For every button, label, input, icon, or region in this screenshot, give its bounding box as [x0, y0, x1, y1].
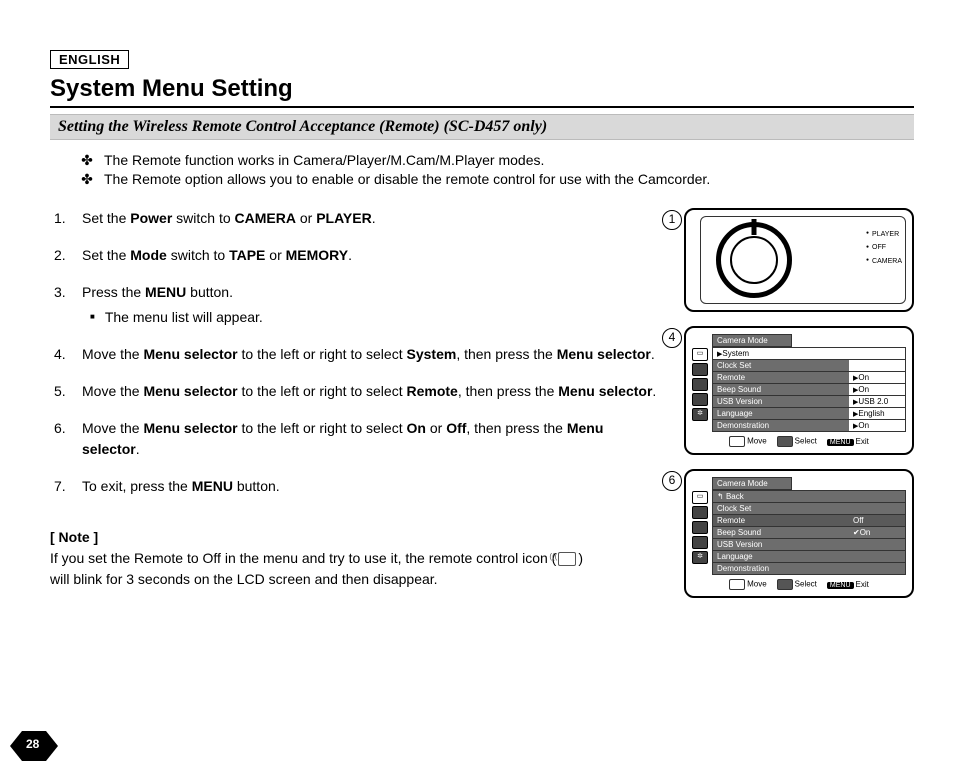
osd-value: ✔On	[849, 527, 905, 538]
move-icon	[729, 579, 745, 590]
osd-value: ▶On	[849, 372, 905, 383]
osd-menu-screenshot: ▭ ✲ Camera Mode ▶System Clock Set Remote…	[684, 326, 914, 455]
step-text: Press the MENU button.	[82, 282, 233, 303]
page-title: System Menu Setting	[50, 75, 914, 108]
osd-item: Language	[713, 551, 849, 562]
remote-icon	[558, 552, 576, 566]
note-label: [ Note ]	[50, 527, 664, 548]
language-tag: ENGLISH	[50, 50, 129, 69]
osd-item: Clock Set	[713, 360, 849, 371]
manual-page: ENGLISH System Menu Setting Setting the …	[0, 0, 954, 779]
osd-menu-screenshot: ▭ ✲ Camera Mode ↰ Back Clock Set RemoteO…	[684, 469, 914, 598]
step-text: Move the Menu selector to the left or ri…	[82, 381, 656, 402]
step-num: 3.	[54, 282, 72, 303]
osd-value: ▶USB 2.0	[849, 396, 905, 407]
switch-labels: PLAYER OFF CAMERA	[866, 228, 902, 268]
figure-4: 4 ▭ ✲ Camera Mode ▶System	[684, 326, 914, 455]
osd-footer: Move Select MENUExit	[692, 579, 906, 590]
osd-item: USB Version	[713, 396, 849, 407]
figure-number-badge: 1	[662, 210, 682, 230]
mode-icon	[692, 363, 708, 376]
move-icon	[729, 436, 745, 447]
figure-6: 6 ▭ ✲ Camera Mode ↰ Back C	[684, 469, 914, 598]
mode-icon	[692, 393, 708, 406]
menu-pill-icon: MENU	[827, 439, 854, 446]
step-text: Move the Menu selector to the left or ri…	[82, 418, 664, 460]
dial-icon	[716, 222, 792, 298]
osd-title: Camera Mode	[712, 334, 792, 347]
step-num: 2.	[54, 245, 72, 266]
section-subtitle: Setting the Wireless Remote Control Acce…	[50, 114, 914, 140]
intro-bullets: ✤ The Remote function works in Camera/Pla…	[80, 152, 914, 188]
osd-back: ↰ Back	[713, 491, 849, 502]
osd-item: Remote	[713, 515, 849, 526]
battery-icon: ▭	[692, 491, 708, 504]
step-num: 7.	[54, 476, 72, 497]
square-bullet-icon: ■	[90, 307, 95, 328]
osd-footer: Move Select MENUExit	[692, 436, 906, 447]
osd-item: Beep Sound	[713, 384, 849, 395]
step-num: 4.	[54, 344, 72, 365]
step-text: Set the Power switch to CAMERA or PLAYER…	[82, 208, 376, 229]
mode-icon	[692, 378, 708, 391]
bullet-icon: ✤	[80, 152, 94, 169]
intro-line: The Remote function works in Camera/Play…	[104, 152, 544, 169]
select-icon	[777, 436, 793, 447]
figure-number-badge: 6	[662, 471, 682, 491]
mode-icon	[692, 506, 708, 519]
note-text: If you set the Remote to Off in the menu…	[50, 548, 664, 569]
figure-number-badge: 4	[662, 328, 682, 348]
osd-side-icons: ▭ ✲	[692, 477, 712, 575]
step-num: 5.	[54, 381, 72, 402]
intro-line: The Remote option allows you to enable o…	[104, 171, 710, 188]
gear-icon: ✲	[692, 408, 708, 421]
page-number: 28	[26, 737, 39, 751]
osd-value: ▶English	[849, 408, 905, 419]
osd-item: Language	[713, 408, 849, 419]
bullet-icon: ✤	[80, 171, 94, 188]
step-num: 1.	[54, 208, 72, 229]
battery-icon: ▭	[692, 348, 708, 361]
osd-item: Beep Sound	[713, 527, 849, 538]
osd-item: Remote	[713, 372, 849, 383]
note-block: [ Note ] If you set the Remote to Off in…	[50, 527, 664, 590]
osd-item: Demonstration	[713, 420, 849, 431]
substep-text: The menu list will appear.	[105, 307, 263, 328]
step-text: To exit, press the MENU button.	[82, 476, 280, 497]
gear-icon: ✲	[692, 551, 708, 564]
step-num: 6.	[54, 418, 72, 460]
osd-title: Camera Mode	[712, 477, 792, 490]
note-text: will blink for 3 seconds on the LCD scre…	[50, 569, 664, 590]
osd-value: Off	[849, 515, 905, 526]
osd-item: ▶System	[713, 348, 849, 359]
figures-column: 1 PLAYER OFF CAMERA 4	[684, 208, 914, 612]
osd-value: ▶On	[849, 420, 905, 431]
power-switch-illustration: PLAYER OFF CAMERA	[684, 208, 914, 312]
osd-side-icons: ▭ ✲	[692, 334, 712, 432]
select-icon	[777, 579, 793, 590]
osd-value: ▶On	[849, 384, 905, 395]
steps-list: 1. Set the Power switch to CAMERA or PLA…	[50, 208, 664, 612]
mode-icon	[692, 521, 708, 534]
osd-item: Clock Set	[713, 503, 849, 514]
figure-1: 1 PLAYER OFF CAMERA	[684, 208, 914, 312]
mode-icon	[692, 536, 708, 549]
osd-item: USB Version	[713, 539, 849, 550]
menu-pill-icon: MENU	[827, 582, 854, 589]
osd-item: Demonstration	[713, 563, 849, 574]
step-text: Set the Mode switch to TAPE or MEMORY.	[82, 245, 352, 266]
step-text: Move the Menu selector to the left or ri…	[82, 344, 655, 365]
